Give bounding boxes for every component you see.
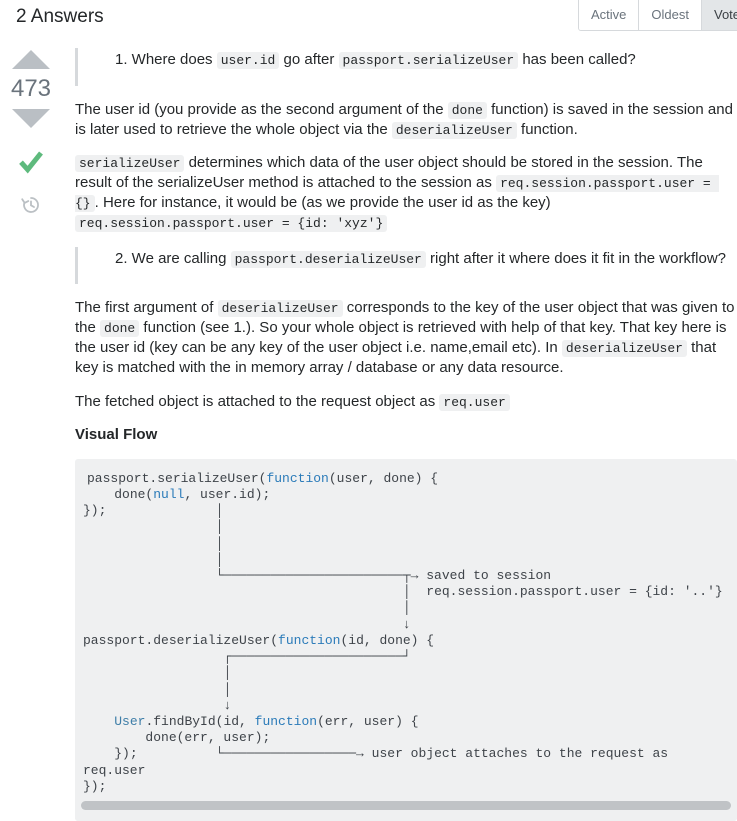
p4-text-1: The fetched object is attached to the re… xyxy=(75,392,440,410)
code-token: passport.deserializeUser( xyxy=(83,632,279,648)
quote-2-text: 2. We are calling passport.deserializeUs… xyxy=(93,249,737,269)
code-token: }); │ xyxy=(83,503,224,519)
code-token: │ xyxy=(83,535,224,551)
code-block-scrollbar-thumb[interactable] xyxy=(81,800,731,810)
quote-1-text: 1. Where does user.id go after passport.… xyxy=(93,50,737,70)
inline-code-deserialize-user-2: deserializeUser xyxy=(217,300,343,318)
paragraph-1: The user id (you provide as the second a… xyxy=(75,100,737,140)
code-token: function xyxy=(254,713,318,729)
inline-code-passport-deserialize-user: passport.deserializeUser xyxy=(230,250,426,268)
p1-text-3: function. xyxy=(516,120,578,138)
checkmark-icon xyxy=(19,151,43,174)
code-token: }); └─────────────────→ user object atta… xyxy=(83,746,676,778)
code-token: │ xyxy=(83,519,224,535)
code-token: (err, user) { xyxy=(317,713,419,729)
quote-1-prefix: 1. Where does xyxy=(115,51,217,68)
quote-1-mid: go after xyxy=(279,51,339,68)
code-token: │ xyxy=(83,600,411,616)
code-token: , user.id); xyxy=(184,487,271,503)
code-token: ┌──────────────────────┘ xyxy=(83,649,411,665)
code-token: function xyxy=(278,632,341,648)
p3-text-1: The first argument of xyxy=(75,299,218,317)
quote-2-suffix: right after it where does it fit in the … xyxy=(425,249,726,267)
answer-sort-tabs: Active Oldest Votes xyxy=(578,0,737,31)
post-history-button[interactable] xyxy=(0,190,62,220)
upvote-icon[interactable] xyxy=(12,50,50,69)
code-token: (user, done) { xyxy=(328,470,439,486)
code-token: │ xyxy=(83,665,232,681)
code-block-scrollbar[interactable] xyxy=(75,800,737,821)
quote-1-suffix: has been called? xyxy=(518,51,636,68)
code-token: └───────────────────────┬→ saved to sess… xyxy=(83,568,552,584)
vote-cell: 473 xyxy=(0,40,62,821)
quote-question-1: 1. Where does user.id go after passport.… xyxy=(75,48,737,86)
tab-active[interactable]: Active xyxy=(579,0,640,30)
code-token: done( xyxy=(83,487,154,503)
vote-count: 473 xyxy=(10,75,52,102)
p1-text-1: The user id (you provide as the second a… xyxy=(75,100,448,118)
code-token: function xyxy=(266,470,329,486)
accepted-answer-indicator[interactable] xyxy=(0,146,62,180)
tab-votes[interactable]: Votes xyxy=(701,0,737,30)
quote-question-2: 2. We are calling passport.deserializeUs… xyxy=(75,246,737,285)
code-block-content: passport.serializeUser(function(user, do… xyxy=(75,470,737,801)
downvote-icon[interactable] xyxy=(12,109,50,128)
code-token: passport.serializeUser( xyxy=(87,470,267,486)
quote-2-prefix: 2. We are calling xyxy=(115,249,231,267)
inline-code-user-id: user.id xyxy=(216,52,280,69)
paragraph-2: serializeUser determines which data of t… xyxy=(75,153,737,232)
inline-code-done-2: done xyxy=(100,320,140,338)
inline-code-serialize-user-2: serializeUser xyxy=(75,155,185,173)
code-token: │ req.session.passport.user = {id: '..'} xyxy=(83,584,723,600)
inline-code-deserialize-user-3: deserializeUser xyxy=(561,339,687,357)
code-token: (id, done) { xyxy=(340,632,435,648)
code-token: │ xyxy=(83,551,224,567)
visual-flow-heading: Visual Flow xyxy=(75,426,158,444)
code-token: ↓ xyxy=(83,616,411,632)
paragraph-4: The fetched object is attached to the re… xyxy=(75,392,737,412)
code-block: passport.serializeUser(function(user, do… xyxy=(75,458,737,821)
code-token: User xyxy=(114,713,146,729)
inline-code-deserialize-user: deserializeUser xyxy=(391,121,517,139)
code-token: null xyxy=(153,487,185,503)
code-text: passport.serializeUser(function(user, do… xyxy=(83,470,723,795)
inline-code-req-user: req.user xyxy=(439,393,510,411)
code-token: done(err, user); xyxy=(83,730,271,746)
inline-code-session-passport-user-xyz: req.session.passport.user = {id: 'xyz'} xyxy=(75,214,388,232)
code-token: ↓ xyxy=(83,697,232,713)
code-token: }); xyxy=(83,778,107,794)
inline-code-serialize-user: passport.serializeUser xyxy=(338,52,519,69)
code-token: │ xyxy=(83,681,232,697)
paragraph-3: The first argument of deserializeUser co… xyxy=(75,298,737,377)
answer: 473 1. Where does user.id go after passp… xyxy=(0,40,737,821)
code-token: .findById(id, xyxy=(145,713,255,729)
post-text: 1. Where does user.id go after passport.… xyxy=(75,48,737,821)
answers-header: 2 Answers Active Oldest Votes xyxy=(0,0,737,40)
inline-code-done: done xyxy=(447,101,487,119)
answer-body: 1. Where does user.id go after passport.… xyxy=(62,40,737,821)
history-clock-icon xyxy=(21,197,39,213)
p2-text-2: . Here for instance, it would be (as we … xyxy=(94,193,551,211)
tab-oldest[interactable]: Oldest xyxy=(639,0,702,30)
